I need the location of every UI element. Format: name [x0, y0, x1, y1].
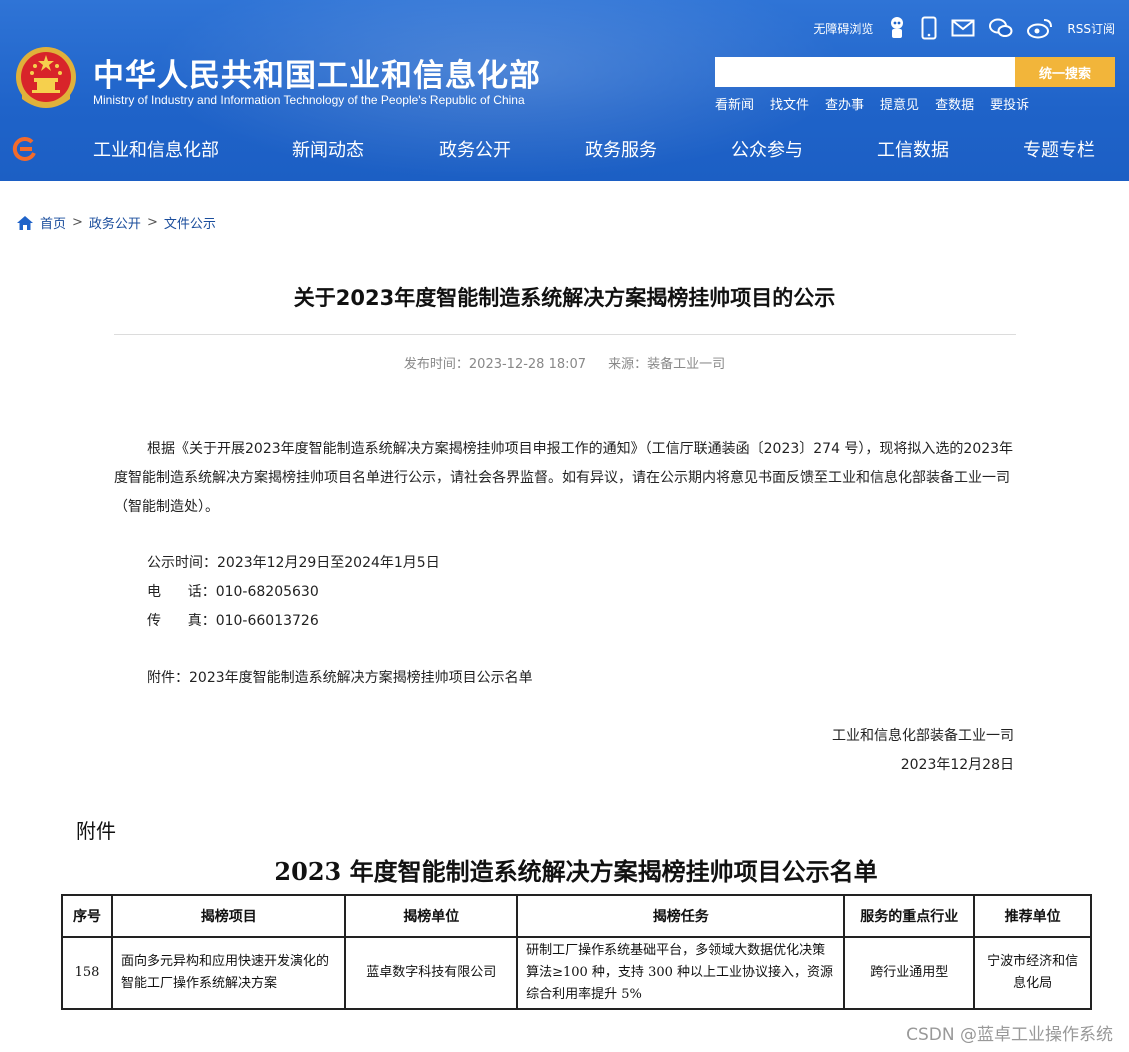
robot-assistant-icon[interactable] — [887, 14, 907, 42]
quick-links: 看新闻 找文件 查办事 提意见 查数据 要投诉 — [715, 94, 1029, 113]
mobile-phone-icon[interactable] — [921, 14, 937, 42]
nav-item-topics[interactable]: 专题专栏 — [1023, 136, 1095, 162]
wechat-icon[interactable] — [989, 14, 1013, 42]
article-meta: 发布时间：2023-12-28 18:07 来源：装备工业一司 — [0, 353, 1129, 372]
search-button[interactable]: 统一搜索 — [1015, 57, 1115, 87]
rss-link[interactable]: RSS订阅 — [1067, 14, 1115, 42]
quick-link-services[interactable]: 查办事 — [825, 94, 864, 113]
attachment-link[interactable]: 附件：2023年度智能制造系统解决方案揭榜挂帅项目公示名单 — [147, 667, 533, 687]
breadcrumb: 首页 > 政务公开 > 文件公示 — [16, 213, 216, 232]
search-input[interactable] — [715, 57, 1015, 87]
csdn-watermark: CSDN @蓝卓工业操作系统 — [906, 1025, 1113, 1045]
column-header-unit: 揭榜单位 — [344, 894, 519, 938]
weibo-icon[interactable] — [1027, 14, 1053, 42]
article-title: 关于2023年度智能制造系统解决方案揭榜挂帅项目的公示 — [293, 286, 836, 310]
breadcrumb-government-affairs[interactable]: 政务公开 — [89, 213, 141, 232]
nav-item-ministry[interactable]: 工业和信息化部 — [93, 136, 219, 162]
cell-unit: 蓝卓数字科技有限公司 — [344, 936, 519, 1010]
cell-project: 面向多元异构和应用快速开发演化的智能工厂操作系统解决方案 — [110, 936, 347, 1010]
email-icon[interactable] — [951, 14, 975, 42]
column-header-task: 揭榜任务 — [516, 894, 846, 938]
cell-industry: 跨行业通用型 — [843, 936, 976, 1010]
column-header-number: 序号 — [61, 894, 113, 938]
table-row: 158 面向多元异构和应用快速开发演化的智能工厂操作系统解决方案 蓝卓数字科技有… — [61, 936, 1092, 1010]
title-divider — [114, 334, 1016, 335]
nav-item-public-participation[interactable]: 公众参与 — [731, 136, 803, 162]
quick-link-complaint[interactable]: 要投诉 — [990, 94, 1029, 113]
site-title: 中华人民共和国工业和信息化部 — [93, 58, 541, 94]
site-subtitle: Ministry of Industry and Information Tec… — [93, 93, 525, 107]
accessibility-link[interactable]: 无障碍浏览 — [813, 14, 873, 42]
site-header: 中华人民共和国工业和信息化部 Ministry of Industry and … — [0, 0, 1129, 181]
contact-fax: 传 真：010-66013726 — [147, 613, 319, 629]
project-list-table: 序号 揭榜项目 揭榜单位 揭榜任务 服务的重点行业 推荐单位 158 面向多元异… — [61, 894, 1092, 1010]
breadcrumb-file-notice[interactable]: 文件公示 — [164, 213, 216, 232]
signature-date: 2023年12月28日 — [900, 757, 1014, 773]
attachment-title: 2023 年度智能制造系统解决方案揭榜挂帅项目公示名单 — [274, 857, 878, 886]
quick-link-news[interactable]: 看新闻 — [715, 94, 754, 113]
ministry-logo-icon[interactable] — [12, 136, 38, 162]
national-emblem-icon — [16, 47, 76, 108]
breadcrumb-separator: > — [146, 215, 158, 230]
top-toolbar: 无障碍浏览 RSS订阅 — [813, 14, 1115, 42]
contact-phone: 电 话：010-68205630 — [147, 584, 319, 600]
attachment-label: 附件 — [76, 819, 116, 843]
cell-number: 158 — [61, 936, 113, 1010]
cell-recommender: 宁波市经济和信息化局 — [973, 936, 1092, 1010]
nav-item-services[interactable]: 政务服务 — [585, 136, 657, 162]
nav-item-government-affairs[interactable]: 政务公开 — [439, 136, 511, 162]
publish-time: 发布时间：2023-12-28 18:07 — [403, 357, 587, 372]
breadcrumb-home[interactable]: 首页 — [40, 213, 66, 232]
main-nav: 工业和信息化部 新闻动态 政务公开 政务服务 公众参与 工信数据 专题专栏 — [0, 124, 1129, 172]
quick-link-feedback[interactable]: 提意见 — [880, 94, 919, 113]
article-paragraph: 根据《关于开展2023年度智能制造系统解决方案揭榜挂帅项目申报工作的通知》（工信… — [114, 441, 1014, 515]
home-icon[interactable] — [16, 215, 34, 231]
notice-period: 公示时间：2023年12月29日至2024年1月5日 — [147, 555, 440, 571]
table-header-row: 序号 揭榜项目 揭榜单位 揭榜任务 服务的重点行业 推荐单位 — [61, 894, 1092, 938]
column-header-project: 揭榜项目 — [110, 894, 347, 938]
column-header-industry: 服务的重点行业 — [843, 894, 976, 938]
nav-item-news[interactable]: 新闻动态 — [292, 136, 364, 162]
quick-link-documents[interactable]: 找文件 — [770, 94, 809, 113]
column-header-recommender: 推荐单位 — [973, 894, 1092, 938]
quick-link-data[interactable]: 查数据 — [935, 94, 974, 113]
nav-item-data[interactable]: 工信数据 — [877, 136, 949, 162]
cell-task: 研制工厂操作系统基础平台，多领域大数据优化决策算法≥100 种，支持 300 种… — [516, 936, 846, 1010]
breadcrumb-separator: > — [72, 215, 83, 230]
signature-org: 工业和信息化部装备工业一司 — [832, 728, 1014, 744]
article-source: 来源：装备工业一司 — [608, 357, 726, 372]
